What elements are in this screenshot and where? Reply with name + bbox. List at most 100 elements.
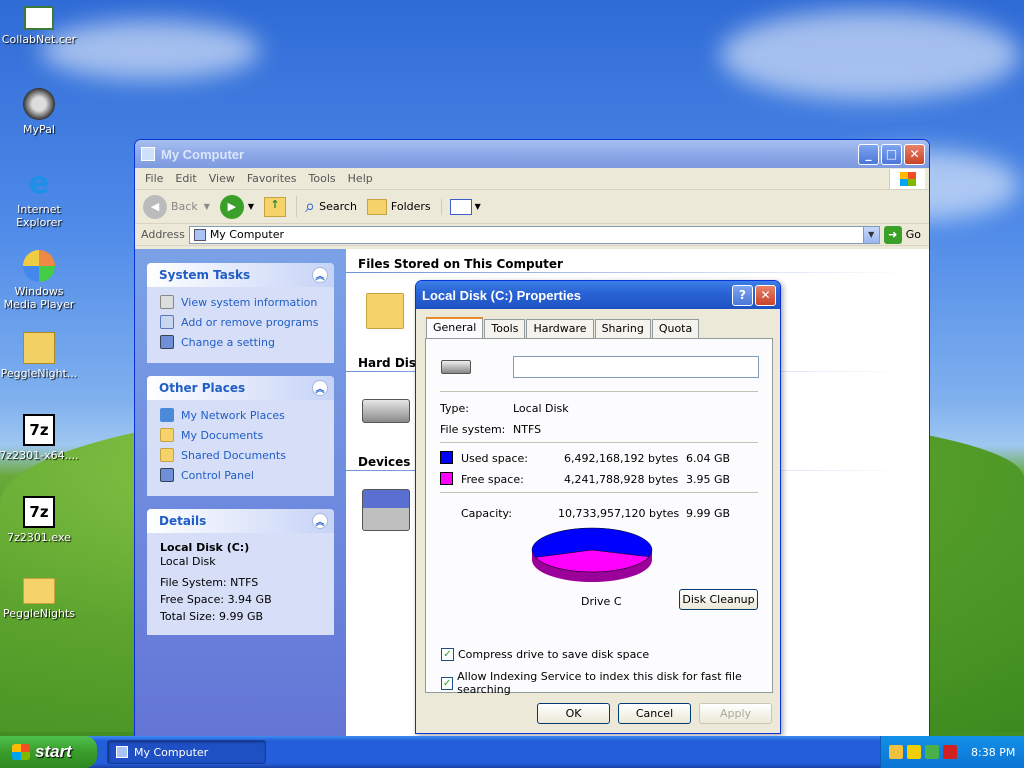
dialog-titlebar[interactable]: Local Disk (C:) Properties ? ✕ [416,281,780,309]
address-dropdown-button[interactable]: ▼ [862,226,879,243]
desktop-icon-mypal[interactable]: MyPal [0,88,79,136]
menu-edit[interactable]: Edit [171,172,204,185]
system-tasks-header[interactable]: System Tasks ︽ [147,263,334,287]
go-button[interactable]: ➜ Go [883,225,921,244]
checkmark-icon: ✓ [441,648,454,661]
details-header[interactable]: Details ︽ [147,509,334,533]
back-button[interactable]: ◀ Back ▼ [143,194,210,219]
dialog-close-button[interactable]: ✕ [755,284,776,306]
menu-favorites[interactable]: Favorites [243,172,305,185]
collapse-chevron-icon[interactable]: ︽ [312,380,328,396]
computer-icon [116,746,128,758]
other-places-header[interactable]: Other Places ︽ [147,376,334,400]
computer-icon [193,228,206,241]
place-label: My Network Places [181,408,285,422]
desktop-icon-7z-x64[interactable]: 7z 7z2301-x64.... [0,414,79,462]
desktop-icon-label: CollabNet.cer [1,33,77,46]
type-label: Type: [440,402,469,415]
properties-dialog: Local Disk (C:) Properties ? ✕ General T… [415,280,781,734]
shared-documents-folder-icon[interactable] [366,293,404,329]
hard-disk-icon [441,360,471,374]
ok-button[interactable]: OK [537,703,610,724]
menu-file[interactable]: File [141,172,171,185]
menu-help[interactable]: Help [344,172,381,185]
desktop-icon-peggle-zip[interactable]: PeggleNight... [0,332,79,380]
system-tasks-box: System Tasks ︽ View system information A… [147,263,334,363]
start-button[interactable]: start [0,736,97,768]
task-view-system-information[interactable]: View system information [160,295,322,309]
group-files-stored: Files Stored on This Computer [358,257,563,271]
compress-checkbox[interactable]: ✓ Compress drive to save disk space [441,648,649,661]
tab-quota[interactable]: Quota [651,319,700,338]
start-label: start [35,742,72,761]
window-title: My Computer [161,146,245,162]
maximize-button[interactable]: □ [881,143,902,165]
tab-sharing[interactable]: Sharing [594,319,651,338]
update-tray-icon[interactable] [925,745,939,759]
collapse-chevron-icon[interactable]: ︽ [312,267,328,283]
apply-button[interactable]: Apply [699,703,772,724]
toolbar: ◀ Back ▼ ▶ ▼ ↑ ⌕ Search Folders ▼ [135,190,929,224]
task-label: Change a setting [181,335,275,349]
place-control-panel[interactable]: Control Panel [160,468,322,482]
folders-label: Folders [390,200,431,213]
desktop-icon-collabnet[interactable]: CollabNet.cer [0,6,79,46]
search-button[interactable]: ⌕ Search [296,196,357,217]
search-icon: ⌕ [305,196,316,217]
place-shared-documents[interactable]: Shared Documents [160,448,322,462]
minimize-button[interactable]: _ [858,143,879,165]
drive-label: Drive C [581,595,622,608]
address-input[interactable]: My Computer ▼ [188,225,880,244]
up-folder-icon: ↑ [264,196,287,217]
used-space-swatch [440,451,453,464]
place-my-documents[interactable]: My Documents [160,428,322,442]
zip-folder-icon [23,332,55,364]
close-button[interactable]: ✕ [904,143,925,165]
tab-tools[interactable]: Tools [484,319,526,338]
shared-folder-icon [160,448,174,462]
desktop-icon-7z-exe[interactable]: 7z 7z2301.exe [0,496,79,544]
disk-cleanup-button[interactable]: Disk Cleanup [679,589,758,610]
views-button[interactable]: ▼ [440,198,481,215]
capacity-gb: 9.99 GB [686,507,731,520]
menu-view[interactable]: View [205,172,243,185]
cancel-button[interactable]: Cancel [618,703,691,724]
network-tray-icon[interactable] [889,745,903,759]
group-divider [346,272,906,273]
indexing-label: Allow Indexing Service to index this dis… [457,670,742,696]
used-space-gb: 6.04 GB [686,452,731,465]
help-button[interactable]: ? [732,284,753,306]
security-shield-icon[interactable] [907,745,921,759]
desktop-icon-peggle-folder[interactable]: PeggleNights [0,578,79,620]
desktop-icon-internet-explorer[interactable]: e Internet Explorer [0,168,79,230]
dropdown-arrow-icon: ▼ [247,202,255,211]
free-space-bytes: 4,241,788,928 bytes [564,473,679,486]
tab-general[interactable]: General [426,317,484,338]
collapse-chevron-icon[interactable]: ︽ [312,513,328,529]
system-info-icon [160,295,174,309]
indexing-checkbox[interactable]: ✓ Allow Indexing Service to index this d… [441,670,772,696]
desktop-icon-label: 7z2301-x64.... [0,449,79,462]
floppy-drive-icon[interactable] [362,489,410,531]
capacity-label: Capacity: [461,507,512,520]
tab-hardware[interactable]: Hardware [526,319,594,338]
file-system-value: NTFS [513,423,542,436]
up-folder-button[interactable]: ↑ [264,196,287,217]
volume-label-input[interactable] [513,356,759,378]
forward-button[interactable]: ▶ ▼ [219,194,255,219]
task-change-setting[interactable]: Change a setting [160,335,322,349]
hard-disk-icon[interactable] [362,399,410,423]
menu-tools[interactable]: Tools [305,172,344,185]
place-my-network-places[interactable]: My Network Places [160,408,322,422]
task-add-remove-programs[interactable]: Add or remove programs [160,315,322,329]
folders-button[interactable]: Folders [366,198,431,215]
separator [440,442,758,443]
window-titlebar[interactable]: My Computer _ □ ✕ [135,140,929,168]
details-name: Local Disk (C:) [160,541,250,554]
alert-tray-icon[interactable] [943,745,957,759]
desktop-icon-media-player[interactable]: Windows Media Player [0,250,79,311]
checkmark-icon: ✓ [441,676,454,690]
taskbar-item-my-computer[interactable]: My Computer [107,740,266,764]
desktop-icon-label: Internet Explorer [16,203,62,229]
clock[interactable]: 8:38 PM [971,746,1015,759]
